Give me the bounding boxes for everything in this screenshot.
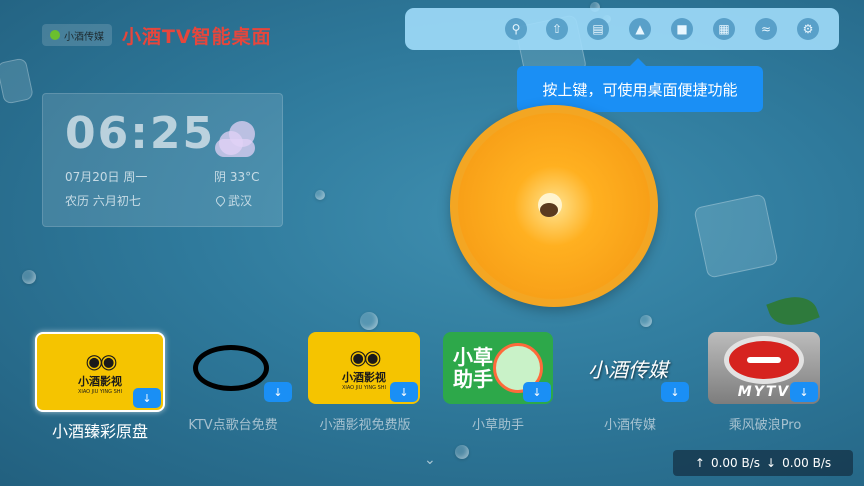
- brand-logo-text: 小酒传媒: [64, 31, 104, 43]
- upload-speed: 0.00 B/s: [710, 456, 760, 470]
- location-pin-icon: [214, 194, 227, 207]
- quick-toolbar: ⚲ ⇧ ▤ ▲ ■ ▦ ≈ ⚙: [405, 8, 839, 50]
- app-label: 小酒传媒: [603, 418, 656, 433]
- app-ktv[interactable]: ↓ KTV点歌台免费: [168, 332, 298, 442]
- app-label: 小酒影视免费版: [319, 418, 411, 433]
- ktv-ring-logo: [193, 345, 269, 391]
- film-camera-icon: ◉◉: [85, 349, 118, 373]
- download-icon: ↓: [661, 382, 689, 402]
- cloud-icon: [215, 119, 255, 157]
- water-droplet: [640, 315, 652, 327]
- weather-status: 阴 33°C: [214, 170, 260, 184]
- water-droplet: [360, 312, 378, 330]
- app-icon: ◉◉ 小酒影视 XIAO JIU YING SHI ↓: [308, 332, 420, 404]
- app-icon: 小草 助手 ↓: [443, 332, 553, 404]
- app-icon: ↓: [168, 332, 294, 404]
- app-xiaocao-assistant[interactable]: 小草 助手 ↓ 小草助手: [433, 332, 563, 442]
- apps-grid-icon[interactable]: ▦: [713, 18, 735, 40]
- water-droplet: [455, 445, 469, 459]
- app-icon: 小酒传媒 ↓: [565, 332, 691, 404]
- app-xiaojiu-free[interactable]: ◉◉ 小酒影视 XIAO JIU YING SHI ↓ 小酒影视免费版: [300, 332, 430, 442]
- upload-arrow-icon: ↑: [694, 456, 705, 470]
- clock-lunar-date: 农历 六月初七: [65, 194, 141, 208]
- download-icon: ↓: [790, 382, 818, 402]
- download-icon: ↓: [264, 382, 292, 402]
- film-camera-icon: ◉◉: [349, 345, 382, 369]
- app-label: 小草助手: [471, 418, 524, 433]
- app-icon: MYTV ↓: [708, 332, 820, 404]
- clock-time: 06:25: [65, 108, 216, 159]
- ice-cube-decoration: [693, 193, 779, 279]
- chevron-down-icon[interactable]: ⌄: [424, 452, 436, 468]
- clock-weather-widget: 06:25 07月20日 周一 农历 六月初七 阴 33°C 武汉: [42, 93, 283, 227]
- rocket-icon[interactable]: ⇧: [546, 18, 568, 40]
- app-xiaojiu-original[interactable]: ◉◉ 小酒影视 XIAO JIU YING SHI ↓ 小酒臻彩原盘: [35, 332, 165, 442]
- network-speed: ↑ 0.00 B/s ↓ 0.00 B/s: [673, 450, 853, 476]
- leaf-decoration: [766, 289, 820, 333]
- clock-date: 07月20日 周一: [65, 170, 148, 184]
- app-label: 小酒臻彩原盘: [51, 422, 148, 441]
- app-label: KTV点歌台免费: [188, 418, 278, 433]
- download-icon: ↓: [523, 382, 551, 402]
- ice-cube-decoration: [0, 57, 35, 105]
- folder-icon[interactable]: ▤: [587, 18, 609, 40]
- brand-logo: 小酒传媒: [42, 24, 112, 46]
- download-icon: ↓: [133, 388, 161, 408]
- app-xiaojiu-media[interactable]: 小酒传媒 ↓ 小酒传媒: [565, 332, 695, 442]
- tvb-logo: [724, 336, 804, 384]
- brand: 小酒传媒 小酒TV智能桌面: [42, 22, 272, 48]
- download-icon: ↓: [390, 382, 418, 402]
- location: 武汉: [214, 192, 253, 209]
- shirt-icon[interactable]: ■: [671, 18, 693, 40]
- app-chengfeng-pro[interactable]: MYTV ↓ 乘风破浪Pro: [700, 332, 830, 442]
- gear-icon[interactable]: ⚙: [797, 18, 819, 40]
- city-name: 武汉: [228, 194, 253, 208]
- app-title: 小酒TV智能桌面: [122, 25, 272, 48]
- download-arrow-icon: ↓: [766, 456, 777, 470]
- app-label: 乘风破浪Pro: [728, 418, 802, 433]
- app-icon: ◉◉ 小酒影视 XIAO JIU YING SHI ↓: [35, 332, 165, 412]
- water-droplet: [315, 190, 325, 200]
- wifi-icon[interactable]: ≈: [755, 18, 777, 40]
- search-icon[interactable]: ⚲: [505, 18, 527, 40]
- brand-logo-mark: [50, 30, 60, 40]
- image-icon[interactable]: ▲: [629, 18, 651, 40]
- water-droplet: [22, 270, 36, 284]
- download-speed: 0.00 B/s: [782, 456, 832, 470]
- orange-slice-wallpaper: [450, 105, 658, 307]
